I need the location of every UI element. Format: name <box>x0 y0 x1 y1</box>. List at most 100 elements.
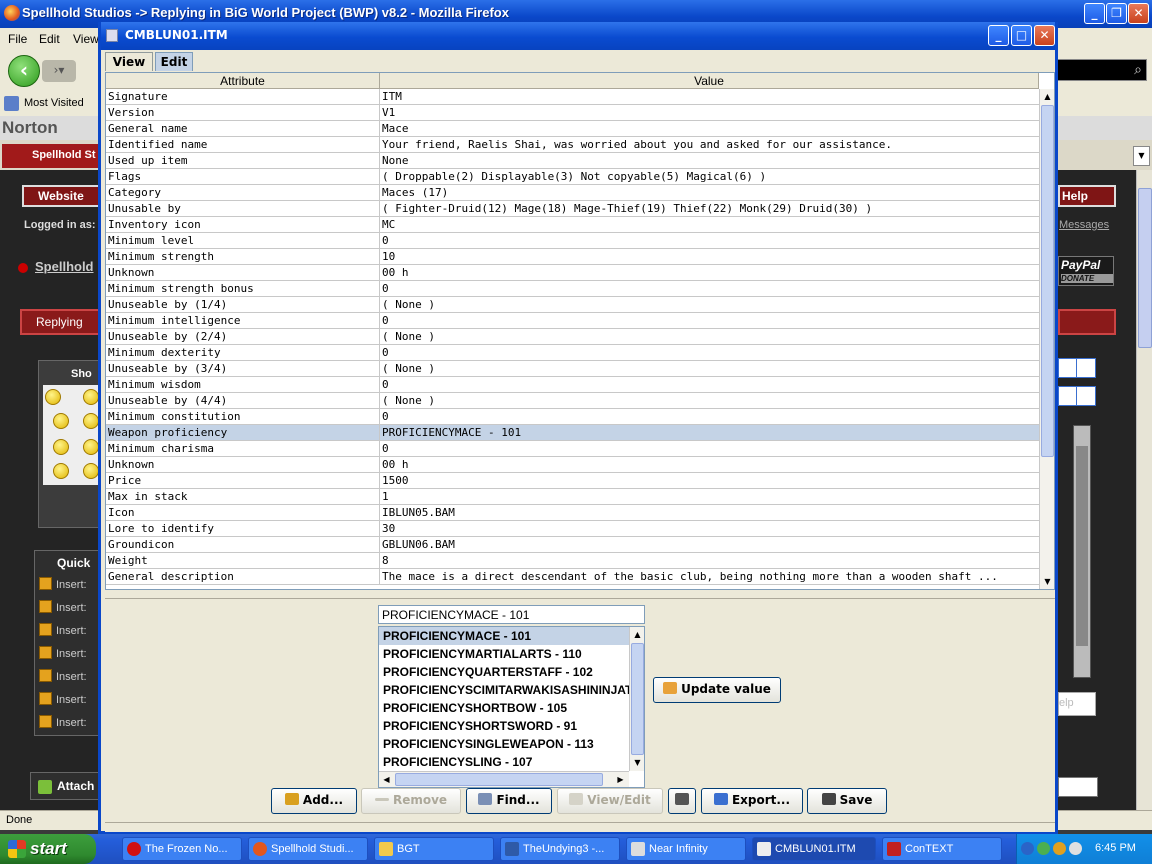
value-option[interactable]: PROFICIENCYSHORTBOW - 105 <box>379 699 629 717</box>
table-row[interactable]: General name Mace <box>106 121 1039 137</box>
table-row[interactable]: Unuseable by (4/4) ( None ) <box>106 393 1039 409</box>
table-row[interactable]: Minimum charisma 0 <box>106 441 1039 457</box>
taskbar-item[interactable]: BGT <box>374 837 494 861</box>
table-row[interactable]: Unuseable by (1/4) ( None ) <box>106 297 1039 313</box>
table-row[interactable]: Unuseable by (3/4) ( None ) <box>106 361 1039 377</box>
table-row[interactable]: Used up item None <box>106 153 1039 169</box>
scroll-up-icon[interactable]: ▲ <box>630 627 644 642</box>
smiley-icon[interactable] <box>53 463 69 479</box>
smiley-icon[interactable] <box>53 413 69 429</box>
value-option[interactable]: PROFICIENCYSLING - 107 <box>379 753 629 771</box>
smiley-icon[interactable] <box>83 463 99 479</box>
add-button[interactable]: Add... <box>271 788 357 814</box>
value-option[interactable]: PROFICIENCYSINGLEWEAPON - 113 <box>379 735 629 753</box>
scroll-thumb[interactable] <box>395 773 603 786</box>
insert-item[interactable]: Insert: <box>39 623 87 637</box>
value-option[interactable]: PROFICIENCYQUARTERSTAFF - 102 <box>379 663 629 681</box>
table-row[interactable]: Price 1500 <box>106 473 1039 489</box>
column-header-value[interactable]: Value <box>380 73 1039 89</box>
value-option[interactable]: PROFICIENCYMACE - 101 <box>379 627 629 645</box>
table-row[interactable]: Minimum strength 10 <box>106 249 1039 265</box>
site-spellhold-link[interactable]: Spellhold <box>35 259 94 274</box>
table-row[interactable]: Weight 8 <box>106 553 1039 569</box>
table-scrollbar[interactable]: ▲ ▼ <box>1039 89 1054 589</box>
site-select[interactable] <box>1058 777 1098 797</box>
table-row[interactable]: Minimum wisdom 0 <box>106 377 1039 393</box>
scroll-right-icon[interactable]: ▶ <box>613 772 628 787</box>
dialog-close-button[interactable]: ✕ <box>1034 25 1055 46</box>
minimize-button[interactable]: _ <box>1084 3 1105 24</box>
remove-button[interactable]: Remove <box>361 788 461 814</box>
browser-tab[interactable]: Spellhold St <box>2 144 102 168</box>
tray-security-icon[interactable] <box>1053 842 1066 855</box>
view-edit-button[interactable]: View/Edit <box>557 788 663 814</box>
site-website-button[interactable]: Website <box>22 185 104 207</box>
list-horizontal-scrollbar[interactable]: ◀ ▶ <box>379 771 629 787</box>
table-row[interactable]: Minimum constitution 0 <box>106 409 1039 425</box>
taskbar-item[interactable]: Near Infinity <box>626 837 746 861</box>
forward-arrow-icon[interactable]: ›▾ <box>42 60 76 82</box>
table-row[interactable]: Groundicon GBLUN06.BAM <box>106 537 1039 553</box>
insert-item[interactable]: Insert: <box>39 577 87 591</box>
table-row[interactable]: Flags ( Droppable(2) Displayable(3) Not c… <box>106 169 1039 185</box>
tab-view[interactable]: View <box>105 52 153 71</box>
search-input[interactable]: ⌕ <box>1055 59 1147 81</box>
table-row[interactable]: Identified name Your friend, Raelis Shai,… <box>106 137 1039 153</box>
table-row[interactable]: Version V1 <box>106 105 1039 121</box>
start-button[interactable]: start <box>0 834 96 864</box>
taskbar-item[interactable]: Spellhold Studi... <box>248 837 368 861</box>
paypal-donate-button[interactable]: PayPal DONATE <box>1058 256 1114 286</box>
value-option[interactable]: PROFICIENCYMARTIALARTS - 110 <box>379 645 629 663</box>
table-row[interactable]: General description The mace is a direct … <box>106 569 1039 585</box>
back-arrow-icon[interactable]: ‹ <box>8 55 40 87</box>
table-row[interactable]: Category Maces (17) <box>106 185 1039 201</box>
close-button[interactable]: ✕ <box>1128 3 1149 24</box>
table-row[interactable]: Unuseable by (2/4) ( None ) <box>106 329 1039 345</box>
value-input[interactable]: PROFICIENCYMACE - 101 <box>378 605 645 624</box>
menu-view[interactable]: View <box>73 32 99 46</box>
smiley-icon[interactable] <box>45 389 61 405</box>
table-row[interactable]: Inventory icon MC <box>106 217 1039 233</box>
tab-list-arrow-icon[interactable]: ▼ <box>1133 146 1150 166</box>
print-button[interactable] <box>668 788 696 814</box>
insert-item[interactable]: Insert: <box>39 646 87 660</box>
table-row[interactable]: Max in stack 1 <box>106 489 1039 505</box>
textarea-scrollbar[interactable] <box>1073 425 1091 678</box>
maximize-button[interactable]: ❐ <box>1106 3 1127 24</box>
scroll-up-icon[interactable]: ▲ <box>1040 89 1054 104</box>
dialog-minimize-button[interactable]: _ <box>988 25 1009 46</box>
tray-network-icon[interactable] <box>1037 842 1050 855</box>
dialog-maximize-button[interactable]: □ <box>1011 25 1032 46</box>
smiley-icon[interactable] <box>83 413 99 429</box>
table-row[interactable]: Icon IBLUN05.BAM <box>106 505 1039 521</box>
table-row[interactable]: Minimum strength bonus 0 <box>106 281 1039 297</box>
smiley-icon[interactable] <box>83 389 99 405</box>
table-row[interactable]: Unusable by ( Fighter-Druid(12) Mage(18) … <box>106 201 1039 217</box>
scroll-left-icon[interactable]: ◀ <box>379 772 394 787</box>
value-option[interactable]: PROFICIENCYSHORTSWORD - 91 <box>379 717 629 735</box>
value-option[interactable]: PROFICIENCYSCIMITARWAKISASHININJATO <box>379 681 629 699</box>
table-row[interactable]: Signature ITM <box>106 89 1039 105</box>
page-scrollbar[interactable] <box>1136 170 1152 810</box>
bullet-list-icon[interactable] <box>1076 386 1096 406</box>
insert-item[interactable]: Insert: <box>39 600 87 614</box>
taskbar-item[interactable]: ConTEXT <box>882 837 1002 861</box>
save-button[interactable]: Save <box>807 788 887 814</box>
table-row-selected[interactable]: Weapon proficiency PROFICIENCYMACE - 101 <box>106 425 1039 441</box>
taskbar-item[interactable]: The Frozen No... <box>122 837 242 861</box>
table-row[interactable]: Unknown 00 h <box>106 457 1039 473</box>
menu-file[interactable]: File <box>8 32 27 46</box>
table-row[interactable]: Unknown 00 h <box>106 265 1039 281</box>
refresh-icon[interactable] <box>1076 358 1096 378</box>
tab-edit[interactable]: Edit <box>155 52 193 71</box>
export-button[interactable]: Export... <box>701 788 803 814</box>
tray-wifi-icon[interactable] <box>1069 842 1082 855</box>
scroll-down-icon[interactable]: ▼ <box>630 755 644 770</box>
scroll-down-icon[interactable]: ▼ <box>1040 574 1054 589</box>
table-row[interactable]: Minimum intelligence 0 <box>106 313 1039 329</box>
site-help-input[interactable]: elp <box>1058 692 1096 716</box>
table-row[interactable]: Lore to identify 30 <box>106 521 1039 537</box>
smiley-icon[interactable] <box>83 439 99 455</box>
column-header-attribute[interactable]: Attribute <box>106 73 380 89</box>
bookmark-most-visited[interactable]: Most Visited <box>24 97 84 109</box>
